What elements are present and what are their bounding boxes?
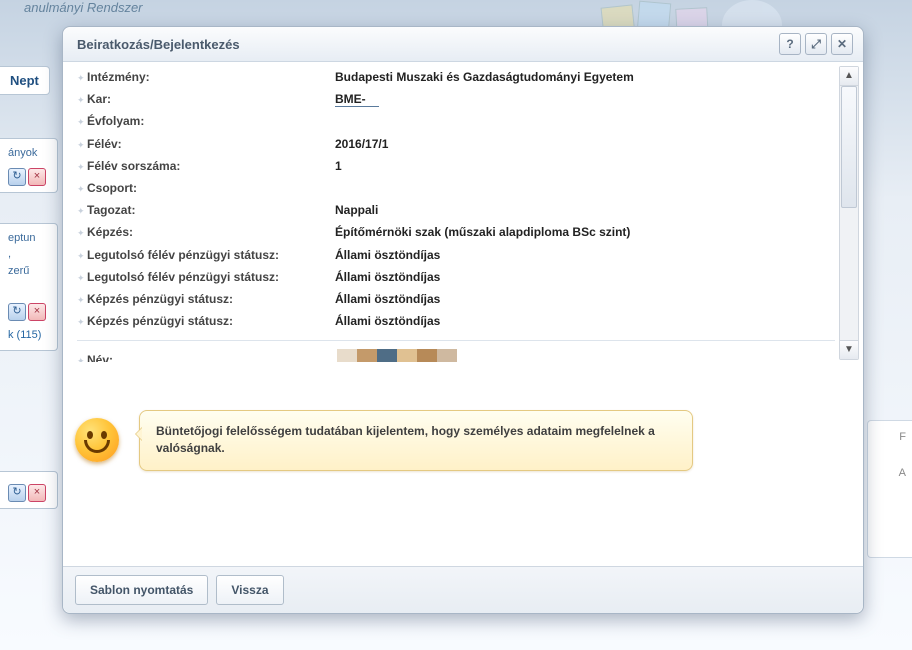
bullet-icon: ✦	[77, 180, 87, 196]
vertical-scrollbar[interactable]: ▲ ▼	[839, 66, 859, 360]
dialog-footer: Sablon nyomtatás Vissza	[63, 566, 863, 613]
field-value: Állami ösztöndíjas	[335, 247, 837, 263]
field-row: ✦Legutolsó félév pénzügyi státusz:Állami…	[75, 266, 837, 288]
field-row: ✦Intézmény:Budapesti Muszaki és Gazdaság…	[75, 66, 837, 88]
personal-field-row: ✦Név:	[75, 349, 337, 362]
bullet-icon: ✦	[77, 352, 87, 362]
bullet-icon: ✦	[77, 158, 87, 174]
field-label: Képzés pénzügyi státusz:	[87, 313, 335, 329]
field-row: ✦Legutolsó félév pénzügyi státusz:Állami…	[75, 244, 837, 266]
field-row: ✦Évfolyam:	[75, 110, 837, 132]
field-row: ✦Képzés pénzügyi státusz:Állami ösztöndí…	[75, 310, 837, 332]
bullet-icon: ✦	[77, 113, 87, 129]
field-label: Képzés:	[87, 224, 335, 240]
bullet-icon: ✦	[77, 247, 87, 263]
field-value: Állami ösztöndíjas	[335, 313, 837, 329]
bullet-icon: ✦	[77, 224, 87, 240]
bullet-icon: ✦	[77, 202, 87, 218]
field-row: ✦Csoport:	[75, 177, 837, 199]
close-icon[interactable]: ×	[28, 168, 46, 186]
bullet-icon: ✦	[77, 269, 87, 285]
field-value: 1	[335, 158, 837, 174]
field-label: Kar:	[87, 91, 335, 107]
back-button[interactable]: Vissza	[216, 575, 283, 605]
left-block-1-text: ányok	[8, 147, 37, 159]
refresh-icon[interactable]: ↻	[8, 303, 26, 321]
help-button[interactable]: ?	[779, 33, 801, 55]
field-row: ✦Képzés pénzügyi státusz:Állami ösztöndí…	[75, 288, 837, 310]
field-value: Budapesti Muszaki és Gazdaságtudományi E…	[335, 69, 837, 85]
redacted-personal-data	[337, 349, 457, 362]
print-template-button[interactable]: Sablon nyomtatás	[75, 575, 208, 605]
bullet-icon: ✦	[77, 69, 87, 85]
declaration-bubble: Büntetőjogi felelősségem tudatában kijel…	[139, 410, 693, 471]
field-row: ✦Félév:2016/17/1	[75, 133, 837, 155]
close-icon[interactable]: ×	[28, 303, 46, 321]
left-panel: ányok ↻× eptun , zerű ↻× k (115) ↻×	[0, 60, 58, 650]
dialog-body: ✦Intézmény:Budapesti Muszaki és Gazdaság…	[63, 62, 863, 566]
dialog-title: Beiratkozás/Bejelentkezés	[77, 37, 775, 52]
field-label: Csoport:	[87, 180, 335, 196]
smiley-icon	[75, 418, 119, 462]
field-row: ✦Kar:BME-	[75, 88, 837, 110]
field-label: Intézmény:	[87, 69, 335, 85]
left-panel-link[interactable]: k (115)	[8, 329, 41, 341]
field-value	[335, 113, 837, 129]
expand-button[interactable]: ⤢	[805, 33, 827, 55]
field-label: Évfolyam:	[87, 113, 335, 129]
dialog-header: Beiratkozás/Bejelentkezés ? ⤢ ✕	[63, 27, 863, 62]
bullet-icon: ✦	[77, 136, 87, 152]
field-label: Legutolsó félév pénzügyi státusz:	[87, 269, 335, 285]
field-label: Név:	[87, 352, 325, 362]
enrollment-dialog: Beiratkozás/Bejelentkezés ? ⤢ ✕ ✦Intézmé…	[62, 26, 864, 614]
left-block-2-line2: ,	[8, 248, 11, 260]
field-label: Félév:	[87, 136, 335, 152]
refresh-icon[interactable]: ↻	[8, 484, 26, 502]
field-row: ✦Képzés:Építőmérnöki szak (műszaki alapd…	[75, 221, 837, 243]
field-row: ✦Félév sorszáma:1	[75, 155, 837, 177]
declaration-row: Büntetőjogi felelősségem tudatában kijel…	[75, 410, 833, 471]
field-value: Állami ösztöndíjas	[335, 269, 837, 285]
field-label: Félév sorszáma:	[87, 158, 335, 174]
separator	[77, 340, 835, 341]
bullet-icon: ✦	[77, 91, 87, 107]
refresh-icon[interactable]: ↻	[8, 168, 26, 186]
field-label: Képzés pénzügyi státusz:	[87, 291, 335, 307]
close-button[interactable]: ✕	[831, 33, 853, 55]
bullet-icon: ✦	[77, 313, 87, 329]
field-label: Legutolsó félév pénzügyi státusz:	[87, 247, 335, 263]
field-value	[335, 180, 837, 196]
field-value: Állami ösztöndíjas	[335, 291, 837, 307]
scroll-down-arrow[interactable]: ▼	[840, 340, 858, 359]
details-scroll-area: ✦Intézmény:Budapesti Muszaki és Gazdaság…	[63, 62, 863, 362]
close-icon[interactable]: ×	[28, 484, 46, 502]
field-label: Tagozat:	[87, 202, 335, 218]
bullet-icon: ✦	[77, 291, 87, 307]
field-value: Építőmérnöki szak (műszaki alapdiploma B…	[335, 224, 837, 240]
app-subtitle: anulmányi Rendszer	[24, 0, 143, 15]
left-block-2-line3: zerű	[8, 265, 29, 277]
field-value: 2016/17/1	[335, 136, 837, 152]
left-block-2-line1: eptun	[8, 232, 36, 244]
right-stub: F A	[867, 420, 912, 558]
field-value: Nappali	[335, 202, 837, 218]
field-row: ✦Tagozat:Nappali	[75, 199, 837, 221]
scroll-up-arrow[interactable]: ▲	[840, 67, 858, 86]
declaration-text: Büntetőjogi felelősségem tudatában kijel…	[156, 424, 655, 455]
personal-section: ✦Név:✦Születési név:✦Neptun kód:	[75, 349, 837, 362]
field-value: BME-	[335, 91, 837, 107]
scroll-thumb[interactable]	[841, 86, 857, 208]
